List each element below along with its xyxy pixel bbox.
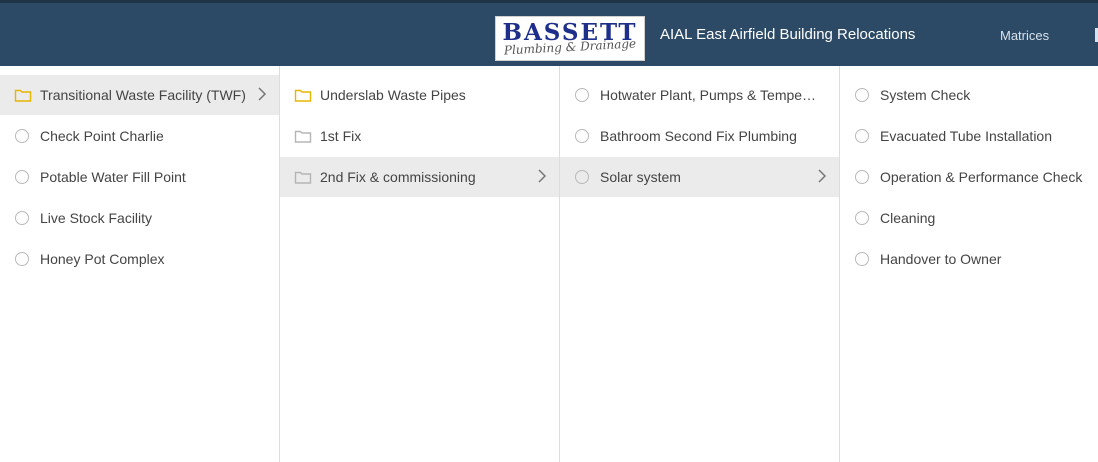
tree-item-label: Transitional Waste Facility (TWF)	[40, 87, 246, 103]
tree-item-label: Check Point Charlie	[40, 128, 164, 144]
radio-icon[interactable]	[574, 128, 592, 144]
tree-column-4: System Check Evacuated Tube Installation…	[840, 66, 1098, 462]
folder-icon	[14, 87, 32, 103]
tree-item-check-point-charlie[interactable]: Check Point Charlie	[0, 116, 279, 156]
radio-icon[interactable]	[14, 128, 32, 144]
folder-icon	[294, 128, 312, 144]
tree-item-evacuated-tube-installation[interactable]: Evacuated Tube Installation	[840, 116, 1098, 156]
radio-icon[interactable]	[574, 169, 592, 185]
tree-item-label: 2nd Fix & commissioning	[320, 169, 476, 185]
tree-item-label: Handover to Owner	[880, 251, 1002, 267]
radio-icon[interactable]	[854, 251, 872, 267]
tree-column-2: Underslab Waste Pipes 1st Fix 2nd Fix & …	[280, 66, 560, 462]
tree-item-underslab-waste-pipes[interactable]: Underslab Waste Pipes	[280, 75, 559, 115]
company-logo[interactable]: BASSETT Plumbing & Drainage	[495, 16, 645, 61]
tree-item-live-stock-facility[interactable]: Live Stock Facility	[0, 198, 279, 238]
tree-item-solar-system[interactable]: Solar system	[560, 157, 839, 197]
tree-item-hotwater-plant[interactable]: Hotwater Plant, Pumps & Tempe…	[560, 75, 839, 115]
tree-item-label: Evacuated Tube Installation	[880, 128, 1053, 144]
tree-item-label: Cleaning	[880, 210, 936, 226]
tree-item-label: Potable Water Fill Point	[40, 169, 186, 185]
tree-item-cleaning[interactable]: Cleaning	[840, 198, 1098, 238]
project-title: AIAL East Airfield Building Relocations	[660, 26, 916, 43]
nav-matrices-link[interactable]: Matrices	[1000, 28, 1049, 43]
radio-icon[interactable]	[574, 87, 592, 103]
radio-icon[interactable]	[854, 128, 872, 144]
tree-item-potable-water-fill-point[interactable]: Potable Water Fill Point	[0, 157, 279, 197]
radio-icon[interactable]	[14, 251, 32, 267]
tree-item-operation-performance-check[interactable]: Operation & Performance Check	[840, 157, 1098, 197]
tree-item-label: Underslab Waste Pipes	[320, 87, 466, 103]
tree-item-label: Live Stock Facility	[40, 210, 153, 226]
tree-item-label: 1st Fix	[320, 128, 362, 144]
tree-item-label: Solar system	[600, 169, 681, 185]
chevron-right-icon	[255, 85, 269, 103]
tree-item-label: System Check	[880, 87, 971, 103]
tree-item-label: Hotwater Plant, Pumps & Tempe…	[600, 87, 817, 103]
tree-item-honey-pot-complex[interactable]: Honey Pot Complex	[0, 239, 279, 279]
chevron-right-icon	[815, 167, 829, 185]
chevron-right-icon	[535, 167, 549, 185]
radio-icon[interactable]	[854, 210, 872, 226]
folder-icon	[294, 87, 312, 103]
folder-icon	[294, 169, 312, 185]
tree-item-transitional-waste-facility[interactable]: Transitional Waste Facility (TWF)	[0, 75, 279, 115]
app-header: BASSETT Plumbing & Drainage AIAL East Ai…	[0, 3, 1098, 66]
tree-item-bathroom-second-fix[interactable]: Bathroom Second Fix Plumbing	[560, 116, 839, 156]
tree-item-handover-to-owner[interactable]: Handover to Owner	[840, 239, 1098, 279]
tree-item-label: Honey Pot Complex	[40, 251, 165, 267]
radio-icon[interactable]	[14, 169, 32, 185]
tree-item-2nd-fix-commissioning[interactable]: 2nd Fix & commissioning	[280, 157, 559, 197]
tree-item-1st-fix[interactable]: 1st Fix	[280, 116, 559, 156]
radio-icon[interactable]	[14, 210, 32, 226]
radio-icon[interactable]	[854, 169, 872, 185]
tree-column-3: Hotwater Plant, Pumps & Tempe… Bathroom …	[560, 66, 840, 462]
tree-item-label: Bathroom Second Fix Plumbing	[600, 128, 797, 144]
radio-icon[interactable]	[854, 87, 872, 103]
tree-item-system-check[interactable]: System Check	[840, 75, 1098, 115]
tree-column-1: Transitional Waste Facility (TWF) Check …	[0, 66, 280, 462]
tree-item-label: Operation & Performance Check	[880, 169, 1083, 185]
